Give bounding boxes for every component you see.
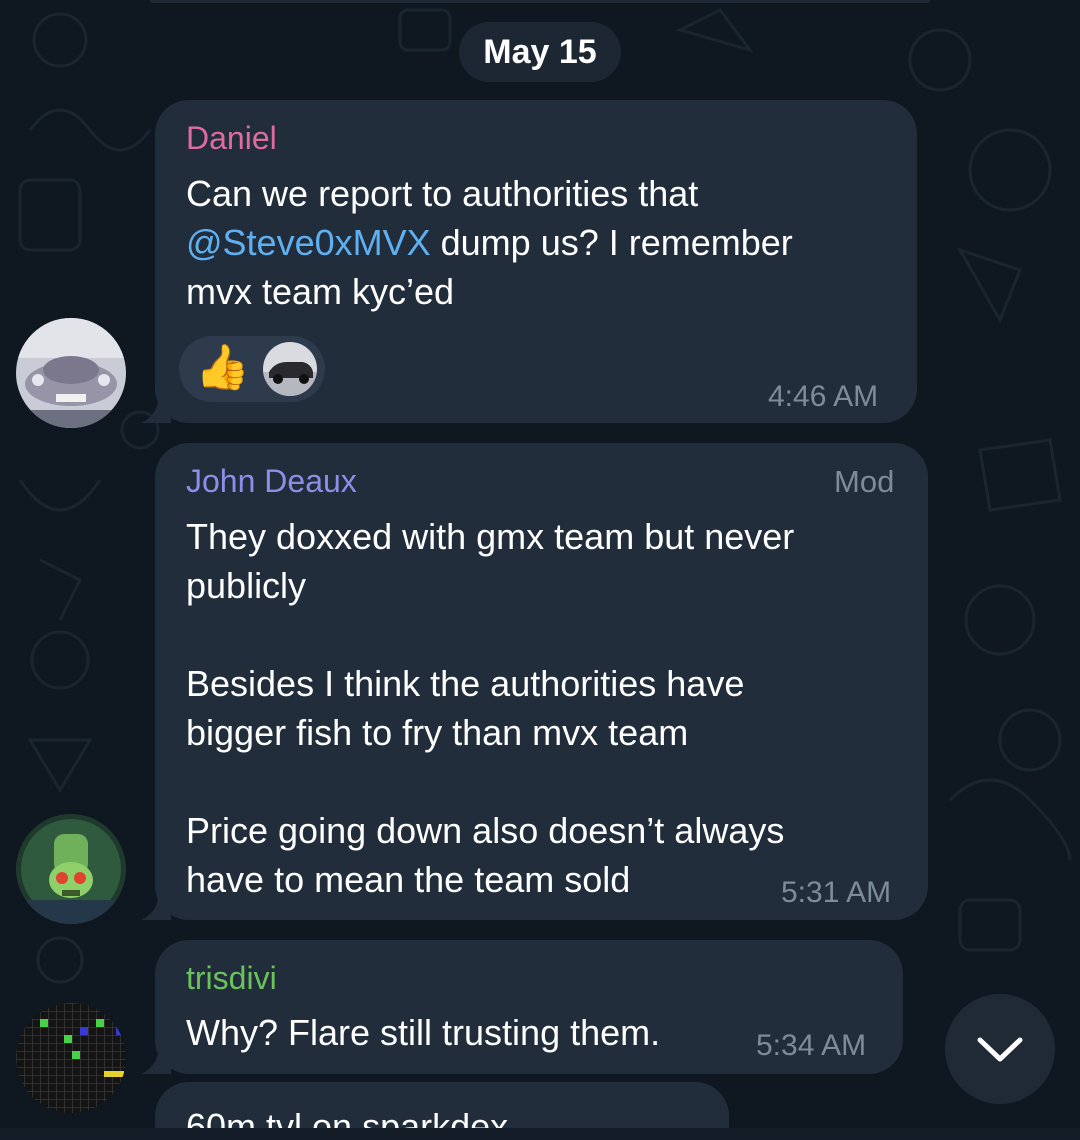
reactor-avatar (263, 342, 317, 396)
previous-message-edge (150, 0, 930, 3)
message-text-part: Can we report to authorities that (186, 173, 699, 214)
avatar-john-deaux[interactable] (16, 814, 126, 924)
bottom-edge (0, 1128, 1080, 1140)
reaction-chip[interactable]: 👍 (179, 336, 325, 402)
chevron-down-icon (977, 1037, 1023, 1062)
mod-badge: Mod (834, 464, 895, 499)
chat-view: May 15 Daniel Can we report to authoriti… (0, 0, 1080, 1140)
sender-name[interactable]: Daniel (186, 120, 277, 157)
avatar-trisdivi[interactable] (16, 1003, 126, 1113)
scroll-to-bottom-button[interactable] (945, 994, 1055, 1104)
car-avatar-image (16, 318, 126, 428)
date-separator: May 15 (459, 22, 621, 82)
bubble-tail (141, 890, 171, 920)
user-mention-link[interactable]: @Steve0xMVX (186, 222, 431, 263)
pixel-grid-avatar-image (16, 1003, 126, 1113)
message-text: Can we report to authorities that @Steve… (186, 169, 906, 316)
message-text: They doxxed with gmx team but never publ… (186, 516, 795, 900)
bubble-tail (141, 393, 171, 423)
sender-name[interactable]: John Deaux (186, 463, 357, 500)
bubble-tail (141, 1044, 171, 1074)
sender-name[interactable]: trisdivi (186, 960, 277, 997)
message-text: Why? Flare still trusting them. (186, 1012, 661, 1053)
message-timestamp: 5:34 AM (756, 1029, 867, 1062)
thumbs-up-emoji: 👍 (195, 343, 250, 392)
avatar-daniel[interactable] (16, 318, 126, 428)
skull-avatar-image (16, 814, 126, 924)
message-timestamp: 5:31 AM (781, 876, 892, 909)
message-timestamp: 4:46 AM (768, 380, 879, 413)
